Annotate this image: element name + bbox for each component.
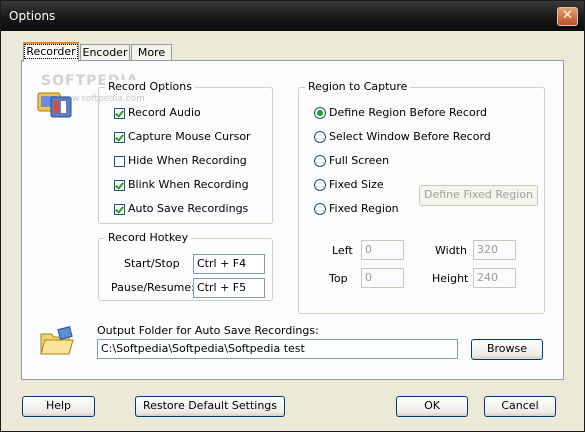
title-bar[interactable]: Options ✕: [1, 1, 584, 31]
fixed-size-label[interactable]: Fixed Size: [329, 178, 384, 191]
ok-button[interactable]: OK: [396, 396, 468, 417]
recorder-app-icon: [37, 87, 77, 124]
height-field[interactable]: 240: [473, 268, 516, 288]
close-icon[interactable]: ✕: [557, 7, 578, 26]
pause-resume-label: Pause/Resume:: [111, 281, 195, 294]
auto-save-recordings-checkbox[interactable]: [114, 204, 125, 215]
top-label: Top: [329, 272, 348, 285]
top-field[interactable]: 0: [361, 268, 404, 288]
define-region-before-record-label[interactable]: Define Region Before Record: [329, 106, 487, 119]
select-window-before-record-label[interactable]: Select Window Before Record: [329, 130, 491, 143]
folder-icon: [39, 326, 75, 361]
output-folder-label: Output Folder for Auto Save Recordings:: [97, 324, 319, 337]
full-screen-label[interactable]: Full Screen: [329, 154, 389, 167]
tab-recorder-label: Recorder: [24, 44, 78, 59]
blink-when-recording-checkbox[interactable]: [114, 180, 125, 191]
pause-resume-hotkey-field[interactable]: Ctrl + F5: [193, 278, 265, 298]
restore-default-settings-button[interactable]: Restore Default Settings: [135, 396, 285, 417]
left-label: Left: [332, 244, 353, 257]
cancel-button[interactable]: Cancel: [484, 396, 556, 417]
hide-when-recording-checkbox[interactable]: [114, 156, 125, 167]
record-audio-checkbox[interactable]: [114, 108, 125, 119]
start-stop-hotkey-field[interactable]: Ctrl + F4: [193, 254, 265, 274]
window-title: Options: [9, 9, 56, 23]
capture-mouse-cursor-label[interactable]: Capture Mouse Cursor: [128, 130, 251, 143]
output-folder-path-field[interactable]: C:\Softpedia\Softpedia\Softpedia test: [97, 339, 458, 359]
height-label: Height: [432, 272, 469, 285]
fixed-size-radio[interactable]: [314, 179, 326, 191]
tab-encoder[interactable]: Encoder: [80, 44, 130, 60]
tab-more[interactable]: More: [131, 44, 172, 60]
start-stop-label: Start/Stop: [124, 257, 180, 270]
help-button[interactable]: Help: [22, 396, 95, 417]
fixed-region-label[interactable]: Fixed Region: [329, 202, 399, 215]
capture-mouse-cursor-checkbox[interactable]: [114, 132, 125, 143]
tab-recorder[interactable]: Recorder: [23, 42, 79, 62]
define-fixed-region-button[interactable]: Define Fixed Region: [419, 185, 538, 206]
region-to-capture-title: Region to Capture: [305, 80, 411, 93]
record-options-title: Record Options: [105, 80, 195, 93]
full-screen-radio[interactable]: [314, 155, 326, 167]
record-audio-label[interactable]: Record Audio: [128, 106, 201, 119]
blink-when-recording-label[interactable]: Blink When Recording: [128, 178, 249, 191]
browse-button[interactable]: Browse: [471, 339, 543, 360]
auto-save-recordings-label[interactable]: Auto Save Recordings: [128, 202, 248, 215]
define-region-before-record-radio[interactable]: [314, 107, 326, 119]
left-field[interactable]: 0: [361, 240, 404, 260]
options-dialog: Options ✕ Recorder Encoder More SOFTPEDI…: [0, 0, 585, 432]
fixed-region-radio[interactable]: [314, 203, 326, 215]
hide-when-recording-label[interactable]: Hide When Recording: [128, 154, 247, 167]
width-label: Width: [435, 244, 467, 257]
select-window-before-record-radio[interactable]: [314, 131, 326, 143]
record-hotkey-title: Record Hotkey: [105, 231, 192, 244]
width-field[interactable]: 320: [473, 240, 516, 260]
